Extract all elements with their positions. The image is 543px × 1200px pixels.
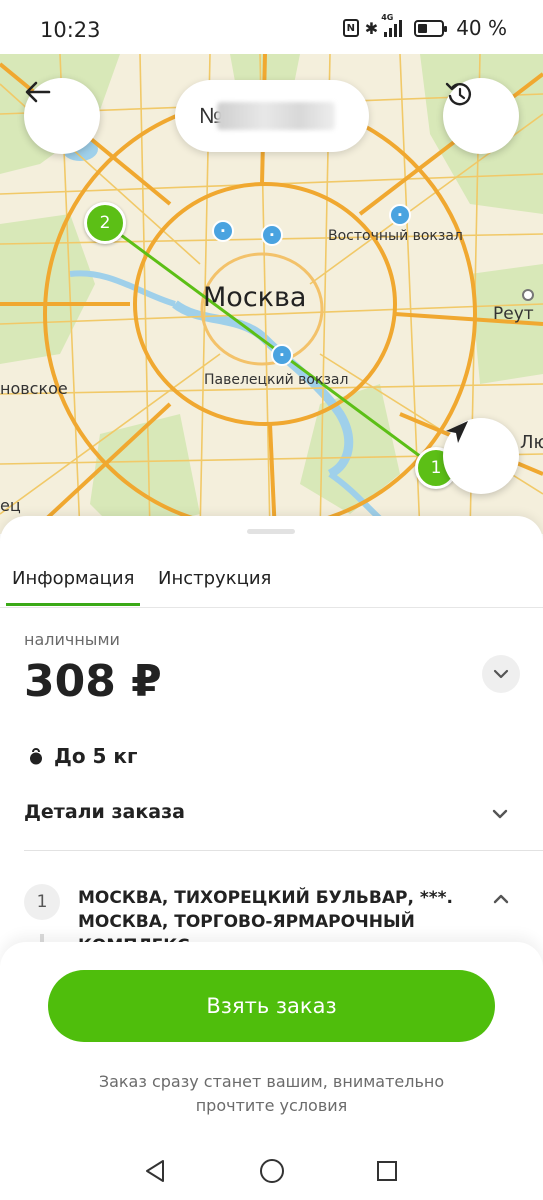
- battery-icon: [414, 19, 448, 37]
- battery-percent: 40 %: [456, 16, 507, 40]
- status-time: 10:23: [40, 18, 101, 42]
- order-details-header[interactable]: Детали заказа: [24, 801, 185, 823]
- status-bar: 10:23 N ✱ 4G 40 %: [0, 0, 543, 54]
- chevron-up-icon[interactable]: [490, 888, 512, 910]
- map-label-southwest: ец: [0, 496, 21, 515]
- divider: [24, 850, 543, 851]
- nav-recent-apps-icon[interactable]: [376, 1160, 398, 1182]
- map[interactable]: Москва Восточный вокзал Павелецкий вокза…: [0, 54, 543, 534]
- redacted-order-number: [217, 102, 335, 130]
- map-label-west: новское: [0, 379, 68, 398]
- refresh-button[interactable]: [443, 78, 519, 154]
- take-order-note: Заказ сразу станет вашим, внимательно пр…: [98, 1072, 445, 1115]
- battery-fill: [418, 23, 427, 33]
- status-icons: N ✱ 4G 40 %: [342, 13, 507, 40]
- back-button[interactable]: [24, 78, 100, 154]
- map-label-moskva: Москва: [203, 282, 307, 313]
- network-type-label: 4G: [381, 13, 394, 22]
- bluetooth-icon: ✱: [364, 18, 379, 38]
- signal-icon: 4G: [381, 13, 403, 37]
- order-price: 308 ₽: [24, 656, 162, 707]
- nav-home-icon[interactable]: [259, 1158, 285, 1184]
- system-nav-bar: [0, 1140, 543, 1200]
- take-order-button[interactable]: Взять заказ: [48, 970, 495, 1042]
- order-title-pill: №: [175, 80, 369, 152]
- train-station-icon: ▪: [212, 220, 234, 242]
- chevron-down-icon[interactable]: [488, 802, 512, 826]
- sheet-grabber[interactable]: [247, 529, 295, 534]
- nfc-icon: N: [342, 19, 359, 37]
- route-point-number: 1: [24, 884, 60, 920]
- arrow-left-icon: [25, 81, 51, 103]
- locate-me-button[interactable]: [443, 418, 519, 494]
- active-tab-indicator: [6, 603, 140, 606]
- train-station-icon: ▪: [389, 204, 411, 226]
- tab-information[interactable]: Информация: [12, 568, 134, 589]
- map-label-east: Лю: [520, 432, 543, 453]
- price-expand-button[interactable]: [482, 655, 520, 693]
- route-pin-2[interactable]: 2: [84, 202, 126, 244]
- chevron-down-icon: [493, 669, 509, 679]
- kettlebell-icon: [30, 748, 42, 765]
- tab-instructions[interactable]: Инструкция: [158, 568, 271, 589]
- navigation-arrow-icon: [446, 421, 468, 443]
- map-label-reutov: Реут: [493, 304, 534, 324]
- train-station-icon: ▪: [261, 224, 283, 246]
- tab-bar: Информация Инструкция: [0, 556, 543, 608]
- train-station-icon: ▪: [271, 344, 293, 366]
- refresh-icon: [445, 82, 471, 106]
- nav-back-icon[interactable]: [143, 1158, 167, 1184]
- map-label-vostochny: Восточный вокзал: [328, 228, 463, 244]
- map-label-paveletsky: Павелецкий вокзал: [204, 372, 349, 388]
- weight-limit: До 5 кг: [28, 744, 137, 768]
- payment-method: наличными: [24, 630, 120, 649]
- weight-limit-text: До 5 кг: [54, 744, 138, 768]
- order-sheet: Информация Инструкция наличными 308 ₽ До…: [0, 516, 543, 1200]
